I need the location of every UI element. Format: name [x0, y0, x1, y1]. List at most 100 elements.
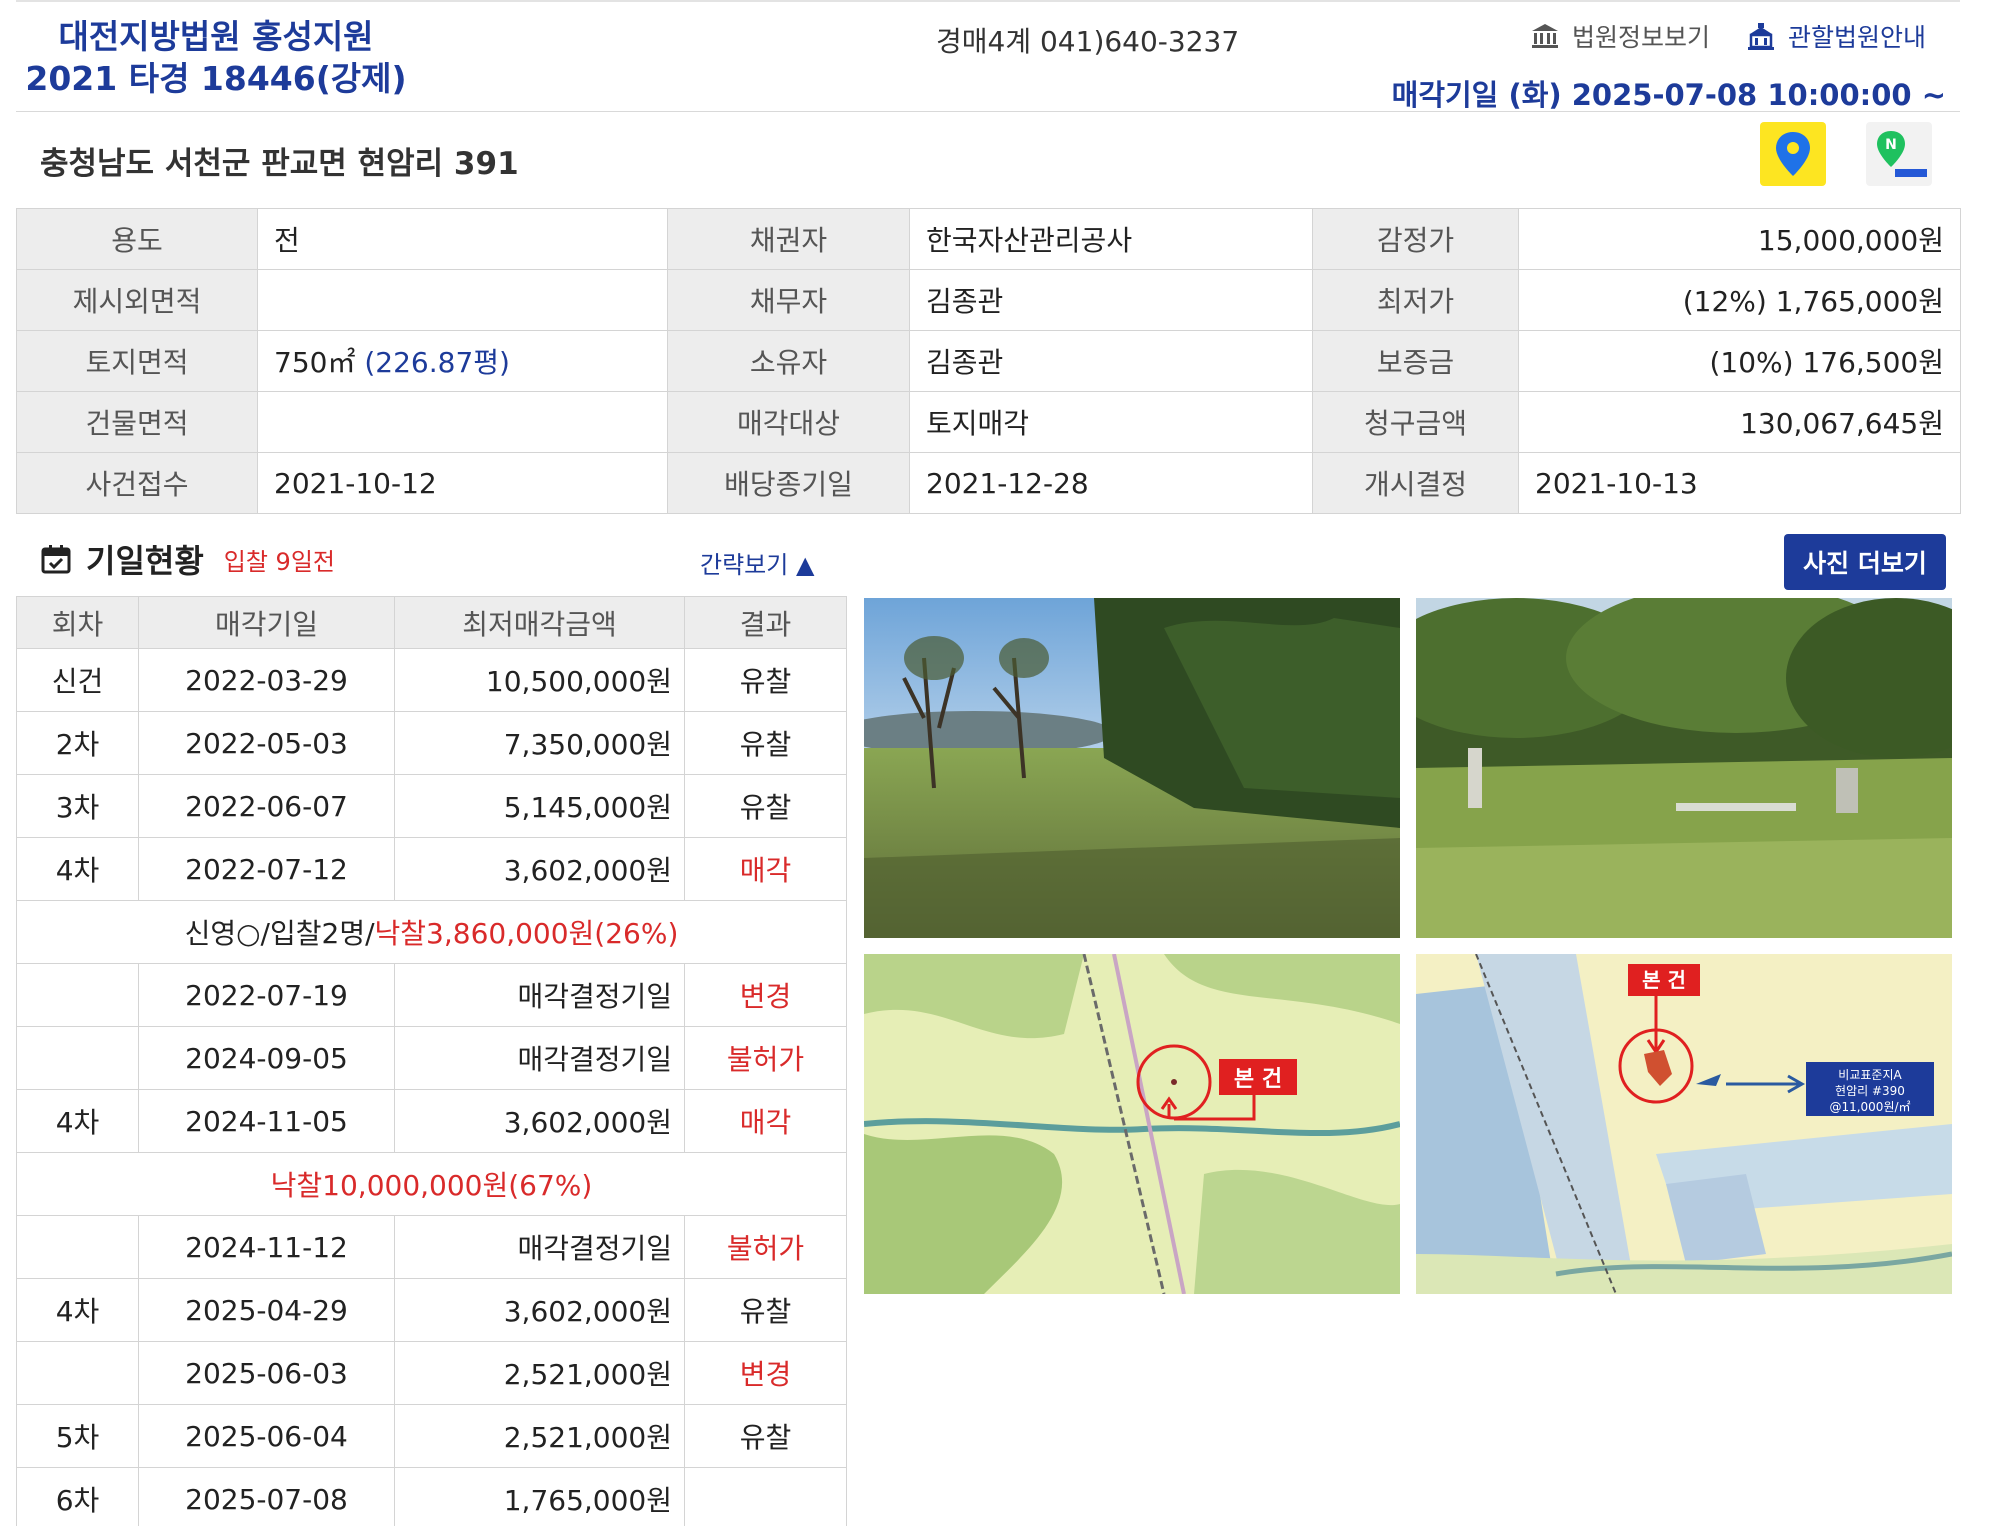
- table-row: 6차 2025-07-08 1,765,000원: [16, 1467, 847, 1526]
- commencement-label: 개시결정: [1312, 452, 1519, 514]
- dividend-deadline-label: 배당종기일: [667, 452, 910, 514]
- date-cell: 2022-05-03: [138, 711, 395, 775]
- appraisal-value: 15,000,000원: [1518, 208, 1961, 270]
- round-cell: 4차: [16, 1278, 139, 1342]
- court-info-link[interactable]: 법원정보보기: [1530, 18, 1710, 54]
- amount-cell: 2,521,000원: [394, 1404, 685, 1468]
- amount-cell: 매각결정기일: [394, 963, 685, 1027]
- round-cell: [16, 1341, 139, 1405]
- dividend-deadline-value: 2021-12-28: [909, 452, 1313, 514]
- land-area-value: 750㎡ (226.87평): [257, 330, 668, 392]
- compare-line1: 비교표준지A: [1838, 1068, 1902, 1082]
- info-row: 사건접수 2021-10-12 배당종기일 2021-12-28 개시결정 20…: [16, 452, 1961, 514]
- round-cell: [16, 1026, 139, 1090]
- property-photo-2[interactable]: [1416, 598, 1952, 938]
- round-cell: 신건: [16, 648, 139, 712]
- kakao-map-button[interactable]: [1760, 122, 1826, 186]
- compare-line2: 현암리 #390: [1835, 1084, 1905, 1098]
- more-photos-button[interactable]: 사진 더보기: [1784, 534, 1946, 590]
- location-map-2[interactable]: 본 건 비교표준지A 현암리 #390 @11,000원/㎡: [1416, 954, 1952, 1294]
- schedule-title: 기일현황: [86, 542, 204, 580]
- property-address: 충청남도 서천군 판교면 현암리 391: [40, 146, 519, 182]
- info-row: 제시외면적 채무자 김종관 최저가 (12%) 1,765,000원: [16, 269, 1961, 331]
- map-label-subject: 본 건: [1642, 968, 1686, 992]
- date-cell: 2022-03-29: [138, 648, 395, 712]
- round-cell: 3차: [16, 774, 139, 838]
- claim-amount-label: 청구금액: [1312, 391, 1519, 453]
- jurisdiction-label: 관할법원안내: [1787, 23, 1926, 52]
- result-cell: 매각: [684, 837, 847, 901]
- winning-bid-row: 신영○/입찰2명/낙찰3,860,000원(26%): [16, 900, 847, 964]
- result-cell: 변경: [684, 963, 847, 1027]
- amount-cell: 3,602,000원: [394, 837, 685, 901]
- case-filed-value: 2021-10-12: [257, 452, 668, 514]
- date-cell: 2024-11-05: [138, 1089, 395, 1153]
- property-photo-1[interactable]: [864, 598, 1400, 938]
- building-icon: [1747, 23, 1774, 50]
- table-row: 2024-11-12 매각결정기일 불허가: [16, 1215, 847, 1279]
- winning-bid-text: 낙찰3,860,000원(26%): [374, 917, 679, 950]
- sale-datetime: 매각기일 (화) 2025-07-08 10:00:00 ~: [1391, 78, 1946, 112]
- col-date: 매각기일: [138, 596, 395, 649]
- minimum-price-value: (12%) 1,765,000원: [1518, 269, 1961, 331]
- schedule-table: 회차 매각기일 최저매각금액 결과 신건 2022-03-29 10,500,000…: [16, 596, 847, 1526]
- result-cell: 유찰: [684, 774, 847, 838]
- map-label-main: 본 건: [1234, 1067, 1282, 1092]
- calendar-icon: [41, 545, 71, 574]
- amount-cell: 매각결정기일: [394, 1026, 685, 1090]
- result-cell: 유찰: [684, 1404, 847, 1468]
- jurisdiction-link[interactable]: 관할법원안내: [1746, 18, 1926, 54]
- creditor-value: 한국자산관리공사: [909, 208, 1313, 270]
- date-cell: 2022-06-07: [138, 774, 395, 838]
- schedule-body: 신건 2022-03-29 10,500,000원 유찰 2차 2022-05-03 7,3…: [16, 648, 847, 1526]
- naver-map-icon: N: [1877, 131, 1927, 177]
- table-row: 2차 2022-05-03 7,350,000원 유찰: [16, 711, 847, 775]
- round-cell: [16, 1215, 139, 1279]
- table-row: 신건 2022-03-29 10,500,000원 유찰: [16, 648, 847, 712]
- sale-target-label: 매각대상: [667, 391, 910, 453]
- cadastral-map: 본 건 비교표준지A 현암리 #390 @11,000원/㎡: [1416, 954, 1952, 1294]
- info-row: 건물면적 매각대상 토지매각 청구금액 130,067,645원: [16, 391, 1961, 453]
- winning-bid-cell: 신영○/입찰2명/낙찰3,860,000원(26%): [16, 900, 847, 964]
- table-row: 2025-06-03 2,521,000원 변경: [16, 1341, 847, 1405]
- compare-line3: @11,000원/㎡: [1829, 1100, 1910, 1114]
- amount-cell: 매각결정기일: [394, 1215, 685, 1279]
- building-area-label: 건물면적: [16, 391, 258, 453]
- table-row: 4차 2024-11-05 3,602,000원 매각: [16, 1089, 847, 1153]
- court-name: 대전지방법원 홍성지원: [58, 17, 374, 56]
- land-area-pyeong: (226.87평): [364, 346, 510, 379]
- naver-map-button[interactable]: N: [1866, 122, 1932, 186]
- table-row: 2022-07-19 매각결정기일 변경: [16, 963, 847, 1027]
- location-map-1[interactable]: 본 건: [864, 954, 1400, 1294]
- building-area-value: [257, 391, 668, 453]
- table-row: 2024-09-05 매각결정기일 불허가: [16, 1026, 847, 1090]
- regional-map: 본 건: [864, 954, 1400, 1294]
- amount-cell: 3,602,000원: [394, 1278, 685, 1342]
- col-round: 회차: [16, 596, 139, 649]
- date-cell: 2024-11-12: [138, 1215, 395, 1279]
- date-cell: 2022-07-12: [138, 837, 395, 901]
- amount-cell: 1,765,000원: [394, 1467, 685, 1526]
- land-area-sqm: 750㎡: [274, 346, 356, 379]
- map-pin-icon: [1776, 132, 1810, 176]
- appraisal-label: 감정가: [1312, 208, 1519, 270]
- result-cell: 불허가: [684, 1215, 847, 1279]
- case-number: 2021 타경 18446(강제): [25, 59, 407, 98]
- minimum-price-label: 최저가: [1312, 269, 1519, 331]
- deposit-label: 보증금: [1312, 330, 1519, 392]
- brief-view-toggle[interactable]: 간략보기 ▲: [700, 545, 814, 580]
- table-row: 3차 2022-06-07 5,145,000원 유찰: [16, 774, 847, 838]
- claim-amount-value: 130,067,645원: [1518, 391, 1961, 453]
- case-filed-label: 사건접수: [16, 452, 258, 514]
- round-cell: [16, 963, 139, 1027]
- field-photo: [864, 598, 1400, 938]
- result-cell: 유찰: [684, 1278, 847, 1342]
- table-row: 4차 2022-07-12 3,602,000원 매각: [16, 837, 847, 901]
- creditor-label: 채권자: [667, 208, 910, 270]
- round-cell: 4차: [16, 1089, 139, 1153]
- svg-text:N: N: [1885, 137, 1897, 153]
- result-cell: 변경: [684, 1341, 847, 1405]
- commencement-value: 2021-10-13: [1518, 452, 1961, 514]
- court-title: 대전지방법원 홍성지원 2021 타경 18446(강제): [16, 16, 416, 100]
- case-header: 대전지방법원 홍성지원 2021 타경 18446(강제) 경매4계 041)6…: [16, 0, 1960, 112]
